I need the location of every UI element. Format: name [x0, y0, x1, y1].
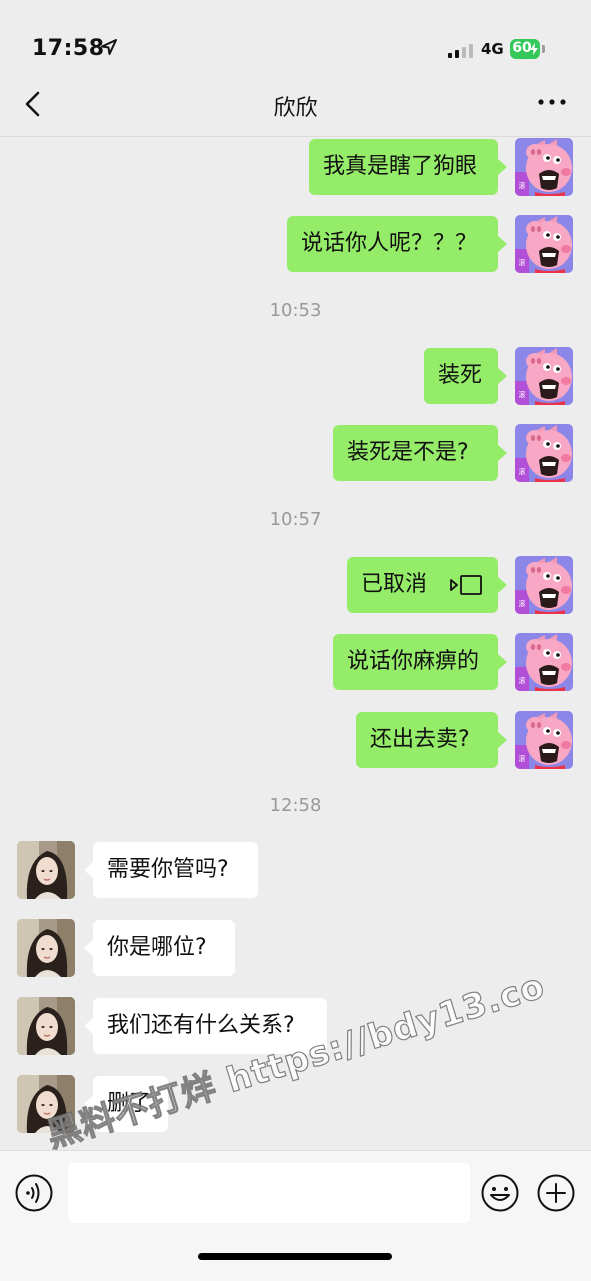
status-time: 17:58: [32, 36, 105, 61]
add-more-icon[interactable]: [536, 1173, 576, 1213]
home-indicator: [198, 1253, 392, 1260]
message-bubble-outgoing[interactable]: 说话你人呢？？？: [287, 216, 507, 272]
message-timestamp: 12:58: [269, 795, 322, 816]
my-avatar[interactable]: [515, 138, 573, 196]
message-text: 说话你人呢？？？: [301, 231, 478, 256]
contact-avatar[interactable]: [17, 997, 75, 1055]
my-avatar[interactable]: [515, 633, 573, 691]
network-type: 4G: [481, 40, 504, 58]
message-bubble-outgoing[interactable]: 我真是瞎了狗眼: [309, 139, 507, 195]
message-timestamp: 10:57: [269, 509, 322, 530]
emoji-icon[interactable]: [480, 1173, 520, 1213]
message-bubble-outgoing[interactable]: 装死是不是?: [333, 425, 507, 481]
message-text: 需要你管吗?: [107, 857, 229, 882]
message-bubble-outgoing[interactable]: 还出去卖?: [356, 712, 507, 768]
message-bubble-outgoing[interactable]: 说话你麻痹的: [333, 634, 507, 690]
chat-title: 欣欣: [273, 96, 318, 121]
contact-avatar[interactable]: [17, 919, 75, 977]
battery-icon: 60: [510, 39, 540, 59]
video-call-icon: [450, 575, 482, 595]
watermark: 黑料不打烊 https://bdy13.co: [42, 966, 550, 1157]
my-avatar[interactable]: [515, 711, 573, 769]
message-text: 装死: [438, 363, 483, 388]
location-arrow-icon: [101, 39, 117, 55]
input-bar: [0, 1150, 591, 1281]
my-avatar[interactable]: [515, 347, 573, 405]
call-cancelled-bubble[interactable]: 已取消: [347, 557, 507, 613]
my-avatar[interactable]: [515, 424, 573, 482]
cellular-signal-icon: [448, 42, 474, 58]
message-text: 你是哪位?: [107, 935, 207, 960]
message-timestamp: 10:53: [269, 300, 322, 321]
message-text: 装死是不是?: [347, 440, 469, 465]
message-bubble-outgoing[interactable]: 装死: [424, 348, 507, 404]
message-text: 我真是瞎了狗眼: [323, 154, 478, 179]
battery-nub: [542, 45, 545, 53]
status-bar: 17:58 4G 60: [0, 0, 591, 80]
more-options-icon[interactable]: [535, 92, 569, 112]
message-text: 我们还有什么关系?: [107, 1013, 295, 1038]
contact-avatar[interactable]: [17, 841, 75, 899]
message-text: 说话你麻痹的: [347, 649, 480, 674]
message-text: 还出去卖?: [370, 727, 470, 752]
message-text: 已取消: [361, 572, 428, 597]
charging-bolt-icon: [530, 43, 538, 55]
message-bubble-incoming[interactable]: 需要你管吗?: [84, 842, 258, 898]
chat-header: 欣欣: [0, 80, 591, 137]
voice-input-icon[interactable]: [14, 1173, 54, 1213]
message-input[interactable]: [68, 1163, 470, 1223]
my-avatar[interactable]: [515, 556, 573, 614]
message-bubble-incoming[interactable]: 你是哪位?: [84, 920, 235, 976]
my-avatar[interactable]: [515, 215, 573, 273]
